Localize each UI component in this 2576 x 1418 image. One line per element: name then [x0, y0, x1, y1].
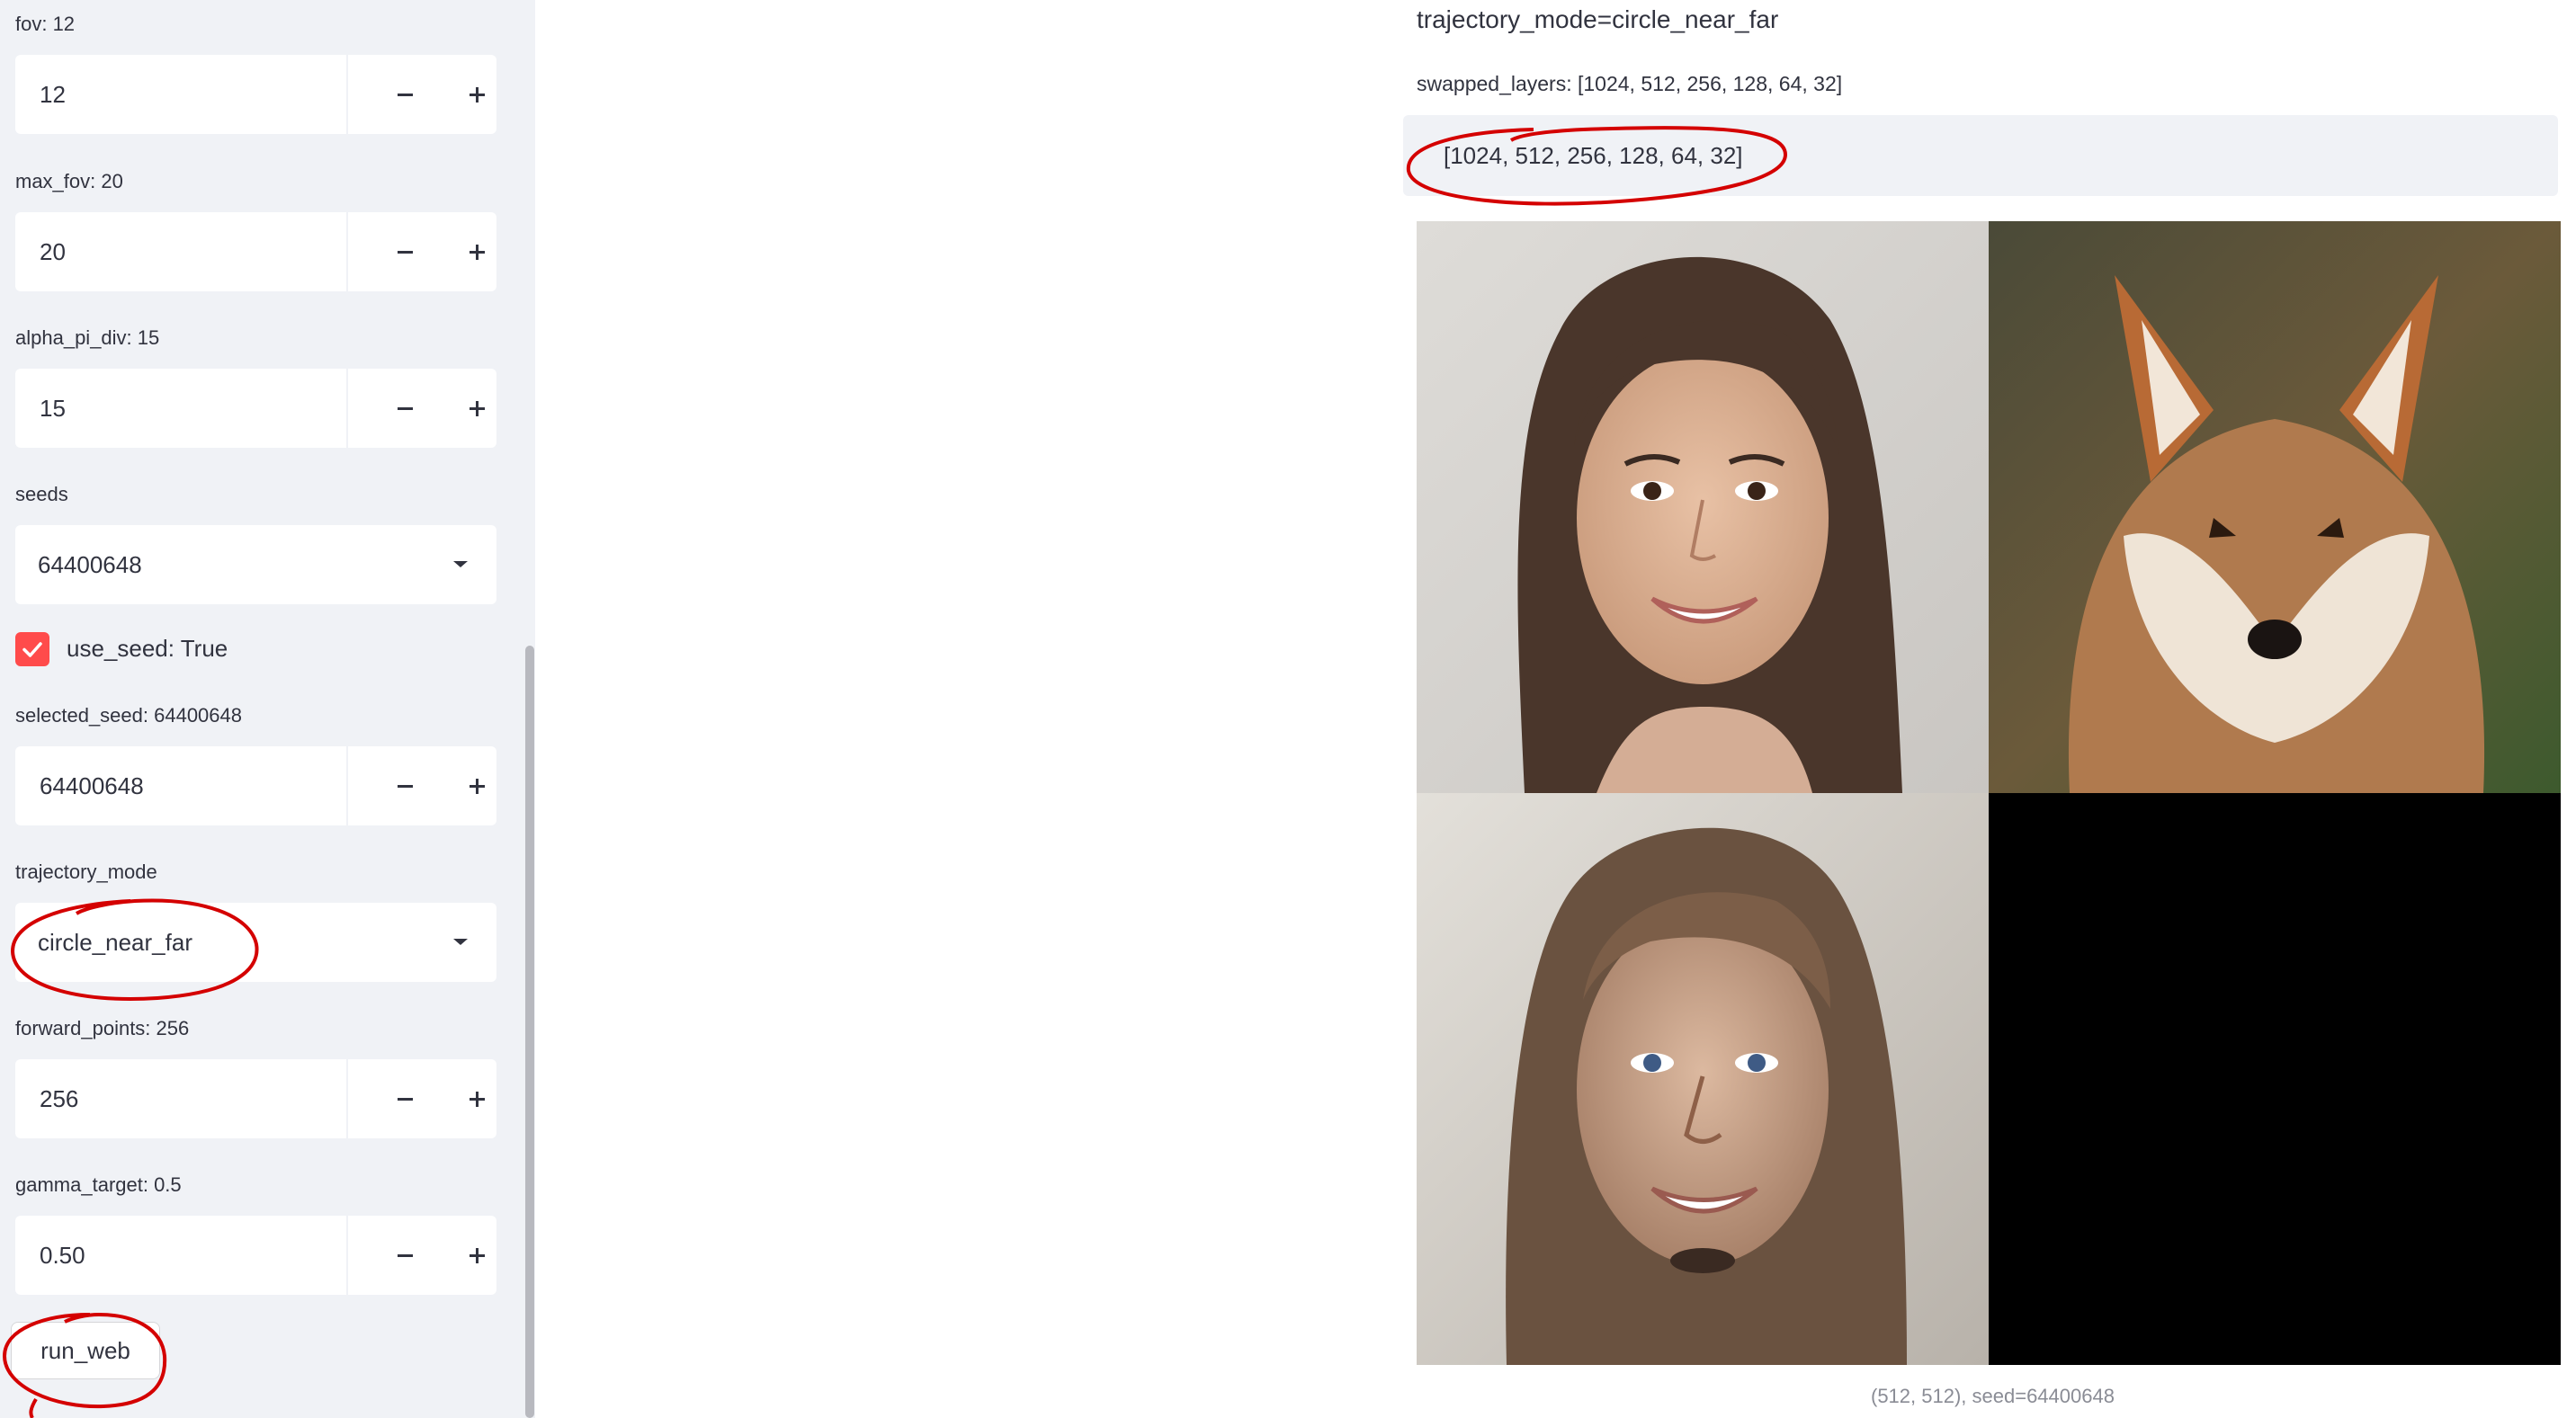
divider: [346, 212, 348, 291]
use-seed-checkbox[interactable]: [15, 632, 49, 666]
gamma-target-value[interactable]: 0.50: [40, 1216, 85, 1295]
divider: [346, 1059, 348, 1138]
divider: [346, 1216, 348, 1295]
minus-icon: [397, 1253, 413, 1257]
use-seed-label[interactable]: use_seed: True: [67, 635, 228, 663]
gamma-target-input[interactable]: 0.50: [15, 1216, 496, 1295]
fov-value[interactable]: 12: [40, 55, 66, 134]
check-icon: [22, 642, 42, 657]
selected-seed-label: selected_seed: 64400648: [15, 704, 242, 727]
minus-icon: [397, 406, 413, 410]
trajectory-mode-label: trajectory_mode: [15, 861, 157, 883]
trajectory-mode-value: circle_near_far: [38, 929, 192, 956]
fov-increment-button[interactable]: [441, 55, 513, 134]
minus-icon: [397, 1097, 413, 1101]
gamma-target-increment-button[interactable]: [441, 1216, 513, 1295]
selected-seed-increment-button[interactable]: [441, 746, 513, 825]
seeds-label: seeds: [15, 483, 68, 505]
gamma-target-label: gamma_target: 0.5: [15, 1173, 182, 1196]
trajectory-mode-select[interactable]: circle_near_far: [15, 903, 496, 982]
alpha-pi-div-label: alpha_pi_div: 15: [15, 326, 160, 349]
woman-portrait-image: [1417, 221, 1989, 793]
divider: [346, 55, 348, 134]
max-fov-value[interactable]: 20: [40, 212, 66, 291]
divider: [346, 746, 348, 825]
max-fov-label: max_fov: 20: [15, 170, 123, 192]
trajectory-mode-heading: trajectory_mode=circle_near_far: [1417, 5, 1779, 33]
sidebar-scrollbar[interactable]: [525, 646, 534, 1418]
fox-image: [1989, 221, 2561, 793]
fov-decrement-button[interactable]: [369, 55, 441, 134]
forward-points-label: forward_points: 256: [15, 1017, 190, 1039]
image-caption: (512, 512), seed=64400648: [1871, 1385, 2115, 1407]
seeds-select[interactable]: 64400648: [15, 525, 496, 604]
plus-icon: [469, 778, 485, 794]
chevron-down-icon: [453, 561, 468, 567]
selected-seed-value[interactable]: 64400648: [40, 746, 144, 825]
blended-portrait-image: [1417, 793, 1989, 1365]
minus-icon: [397, 93, 413, 96]
alpha-pi-div-value[interactable]: 15: [40, 369, 66, 448]
plus-icon: [469, 400, 485, 416]
max-fov-input[interactable]: 20: [15, 212, 496, 291]
divider: [346, 369, 348, 448]
max-fov-increment-button[interactable]: [441, 212, 513, 291]
forward-points-input[interactable]: 256: [15, 1059, 496, 1138]
forward-points-value[interactable]: 256: [40, 1059, 78, 1138]
code-block-text: [1024, 512, 256, 128, 64, 32]: [1444, 142, 1743, 169]
minus-icon: [397, 250, 413, 254]
selected-seed-input[interactable]: 64400648: [15, 746, 496, 825]
swapped-layers-label: swapped_layers: [1024, 512, 256, 128, 64…: [1417, 72, 1843, 95]
black-image-tile: [1989, 793, 2561, 1365]
seeds-value: 64400648: [38, 551, 142, 578]
fov-input[interactable]: 12: [15, 55, 496, 134]
alpha-pi-div-increment-button[interactable]: [441, 369, 513, 448]
plus-icon: [469, 1091, 485, 1107]
forward-points-decrement-button[interactable]: [369, 1059, 441, 1138]
alpha-pi-div-input[interactable]: 15: [15, 369, 496, 448]
fov-label: fov: 12: [15, 13, 76, 35]
gamma-target-decrement-button[interactable]: [369, 1216, 441, 1295]
image-grid: [1417, 221, 2561, 1365]
plus-icon: [469, 1247, 485, 1263]
plus-icon: [469, 86, 485, 103]
selected-seed-decrement-button[interactable]: [369, 746, 441, 825]
forward-points-increment-button[interactable]: [441, 1059, 513, 1138]
max-fov-decrement-button[interactable]: [369, 212, 441, 291]
run-web-button[interactable]: run_web: [11, 1322, 160, 1379]
chevron-down-icon: [453, 939, 468, 945]
sidebar: fov: 12 12 max_fov: 20 20 alpha_pi_div: …: [0, 0, 535, 1418]
alpha-pi-div-decrement-button[interactable]: [369, 369, 441, 448]
minus-icon: [397, 784, 413, 788]
plus-icon: [469, 244, 485, 260]
